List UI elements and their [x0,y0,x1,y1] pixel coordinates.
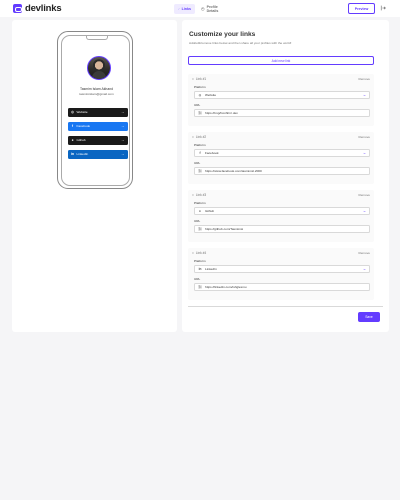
link-card-3: = Link #3 Remove Platform ● Github URL ⛓… [188,190,374,242]
link-card-title: Link #3 [195,193,207,197]
preview-link-linkedin[interactable]: in LinkedIn → [67,149,128,159]
phone-mockup: Tasmim Islam Akhand tasmimislam@gmail.co… [57,31,133,189]
preview-button[interactable]: Preview [348,3,375,14]
url-input[interactable]: ⛓ https://tmg/Confirm/.dev [194,109,370,117]
globe-icon: ◍ [70,110,75,114]
link-card-title: Link #2 [195,135,207,139]
platform-label: Platform [194,201,206,205]
platform-select[interactable]: f Facebook [194,149,370,157]
link-card-header: = Link #4 [192,251,206,255]
url-label: URL [194,219,201,223]
url-value: https://tmg/Confirm/.dev [205,111,238,115]
url-input[interactable]: ⛓ https://github.com/Tasmimsi [194,225,370,233]
url-value: https://www.facebook.com/tasmimsl.2000 [205,169,262,173]
logo-link-icon [13,4,22,13]
arrow-right-icon: → [121,152,125,156]
add-new-link-button[interactable]: Add new link [188,56,374,65]
preview-link-label: Website [76,110,88,114]
remove-link-button[interactable]: Remove [358,251,370,255]
avatar [86,55,111,80]
remove-link-button[interactable]: Remove [358,77,370,81]
link-card-1: = Link #1 Remove Platform ◍ Website URL … [188,74,374,126]
preview-link-label: Facebook [76,124,91,128]
link-card-title: Link #1 [195,77,207,81]
platform-select[interactable]: ● Github [194,207,370,215]
chevron-down-icon [363,152,366,154]
top-bar: devlinks Links Profile Details Preview [0,0,400,17]
chevron-down-icon [363,210,366,212]
drag-handle-icon[interactable]: = [192,135,194,139]
arrow-right-icon: → [121,124,125,128]
chevron-down-icon [363,268,366,270]
url-value: https://linkedin.com/in/tglesmu [205,285,247,289]
url-value: https://github.com/Tasmimsi [205,227,244,231]
logout-icon[interactable] [380,5,386,11]
drag-handle-icon[interactable]: = [192,77,194,81]
link-card-2: = Link #2 Remove Platform f Facebook URL… [188,132,374,184]
github-icon: ● [199,209,201,213]
link-icon [178,7,180,10]
link-card-4: = Link #4 Remove Platform in LinkedIn UR… [188,248,374,300]
link-icon: ⛓ [198,169,203,173]
platform-label: Platform [194,85,206,89]
drag-handle-icon[interactable]: = [192,251,194,255]
globe-icon: ◍ [198,93,202,97]
save-button[interactable]: Save [358,312,380,322]
platform-label: Platform [194,259,206,263]
phone-preview-panel: Tasmim Islam Akhand tasmimislam@gmail.co… [12,20,177,332]
link-card-header: = Link #1 [192,77,206,81]
preview-link-label: LinkedIn [76,152,89,156]
link-icon: ⛓ [198,227,203,231]
logo: devlinks [13,3,62,14]
facebook-icon: f [71,124,74,128]
preview-link-website[interactable]: ◍ Website → [67,107,128,117]
facebook-icon: f [199,151,201,155]
divider [188,306,383,307]
tab-profile-details[interactable]: Profile Details [197,4,232,14]
url-label: URL [194,103,201,107]
link-icon: ⛓ [198,111,203,115]
url-label: URL [194,277,201,281]
link-card-header: = Link #2 [192,135,206,139]
profile-email: tasmimislam@gmail.com [79,91,114,96]
logo-text: devlinks [25,3,62,14]
preview-link-label: Github [76,138,86,142]
preview-link-facebook[interactable]: f Facebook → [67,121,128,131]
user-circle-icon [201,6,205,11]
preview-link-github[interactable]: ● Github → [67,135,128,145]
tab-links[interactable]: Links [174,3,195,14]
arrow-right-icon: → [121,138,125,142]
links-editor-panel: Customize your links Add/edit/remove lin… [182,20,389,332]
url-label: URL [194,161,201,165]
arrow-right-icon: → [121,110,125,114]
link-card-header: = Link #3 [192,193,206,197]
phone-notch [85,35,108,40]
url-input[interactable]: ⛓ https://linkedin.com/in/tglesmu [194,283,370,291]
platform-value: Facebook [205,151,219,155]
link-card-title: Link #4 [195,251,207,255]
linkedin-icon: in [198,267,202,271]
drag-handle-icon[interactable]: = [192,193,194,197]
platform-value: Website [205,93,217,97]
remove-link-button[interactable]: Remove [358,135,370,139]
platform-value: LinkedIn [205,267,217,271]
tab-profile-label: Profile Details [206,4,219,13]
linkedin-icon: in [70,152,75,156]
github-icon: ● [71,138,74,142]
page-subtitle: Add/edit/remove links below and then sha… [189,41,292,45]
remove-link-button[interactable]: Remove [358,193,370,197]
chevron-down-icon [363,94,366,96]
platform-value: Github [205,209,215,213]
link-icon: ⛓ [198,285,203,289]
profile-name: Tasmim Islam Akhand [80,86,113,91]
phone-screen: Tasmim Islam Akhand tasmimislam@gmail.co… [60,34,130,186]
platform-label: Platform [194,143,206,147]
platform-select[interactable]: in LinkedIn [194,265,370,273]
url-input[interactable]: ⛓ https://www.facebook.com/tasmimsl.2000 [194,167,370,175]
tab-links-label: Links [181,6,191,11]
platform-select[interactable]: ◍ Website [194,91,370,99]
page-title: Customize your links [189,31,256,38]
